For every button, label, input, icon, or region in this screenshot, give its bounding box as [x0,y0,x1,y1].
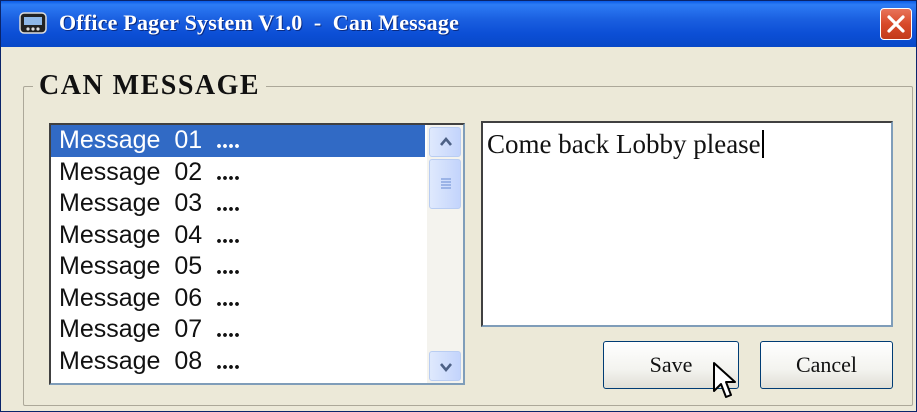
list-item[interactable]: Message 05 .... [51,251,425,283]
message-text: Come back Lobby please [487,129,761,159]
list-item[interactable]: Message 01 .... [51,125,425,157]
chevron-down-icon [440,363,452,373]
grip-icon [441,178,451,189]
list-item[interactable]: Message 02 .... [51,157,425,189]
text-caret [761,130,764,158]
list-item[interactable]: Message 08 .... [51,346,425,378]
message-text-editor[interactable]: Come back Lobby please [481,121,893,327]
title-bar[interactable]: Office Pager System V1.0 - Can Message [1,1,916,47]
scroll-up-button[interactable] [429,127,461,157]
cancel-button[interactable]: Cancel [760,341,893,389]
list-item[interactable]: Message 03 .... [51,188,425,220]
vertical-scrollbar[interactable] [427,125,463,383]
close-button[interactable] [880,8,912,40]
list-item[interactable]: Message 04 .... [51,220,425,252]
group-title: CAN MESSAGE [33,70,267,102]
chevron-up-icon [440,136,452,146]
mouse-pointer-icon [713,362,736,398]
can-message-window: Office Pager System V1.0 - Can Message C… [0,0,917,412]
scroll-down-button[interactable] [429,351,461,381]
close-icon [887,15,905,33]
message-list: Message 01 .... Message 02 .... Message … [51,125,425,377]
pager-app-icon [19,12,47,34]
list-item[interactable]: Message 07 .... [51,314,425,346]
message-listbox[interactable]: Message 01 .... Message 02 .... Message … [49,123,465,385]
scroll-thumb[interactable] [429,159,461,209]
window-title: Office Pager System V1.0 - Can Message [59,10,460,35]
list-item[interactable]: Message 06 .... [51,283,425,315]
